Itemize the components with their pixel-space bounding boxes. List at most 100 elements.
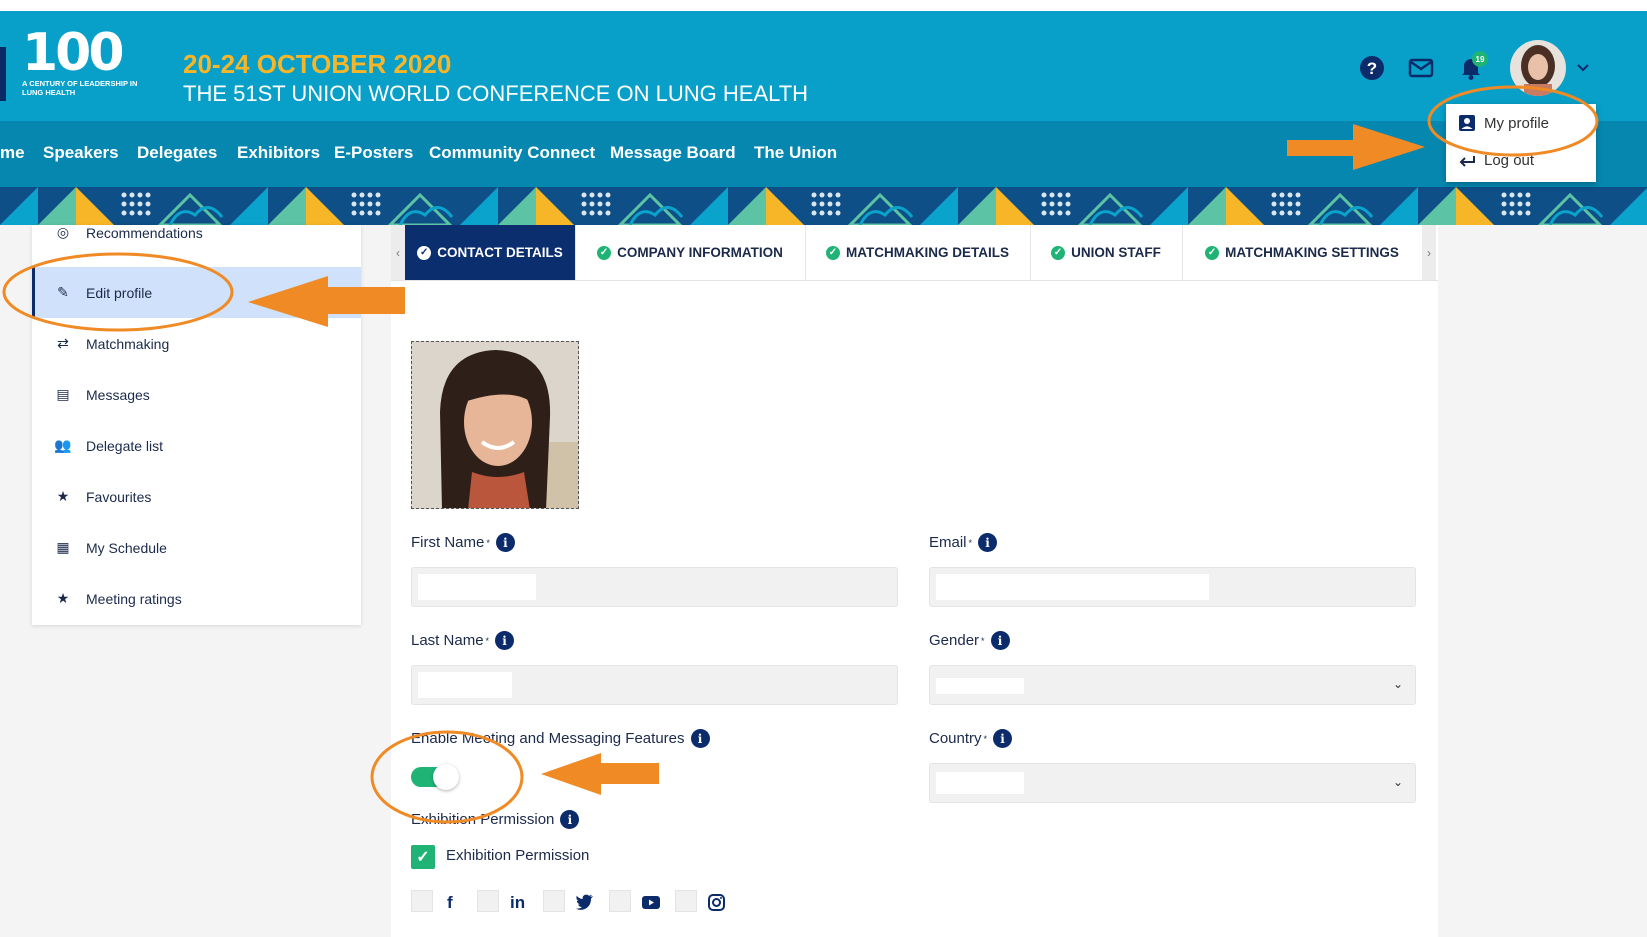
country-label: Country * i — [929, 729, 1013, 748]
facebook-input[interactable] — [411, 890, 433, 912]
main-nav: me Speakers Delegates Exhibitors E-Poste… — [0, 121, 1647, 187]
star-icon: ★ — [56, 488, 70, 504]
last-name-input[interactable] — [411, 665, 898, 705]
nav-item-e-posters[interactable]: E-Posters — [334, 143, 413, 163]
nav-item-exhibitors[interactable]: Exhibitors — [237, 143, 320, 163]
profile-photo-image — [412, 342, 578, 508]
first-name-input[interactable] — [411, 567, 898, 607]
youtube-input[interactable] — [609, 890, 631, 912]
help-icon[interactable]: ? — [1359, 55, 1385, 81]
svg-text:?: ? — [1367, 59, 1377, 78]
sidebar-item-meeting-ratings[interactable]: ★ Meeting ratings — [32, 573, 361, 624]
tab-union-staff[interactable]: ✓ UNION STAFF — [1030, 225, 1183, 280]
tab-label: COMPANY INFORMATION — [617, 245, 783, 260]
info-icon[interactable]: i — [495, 631, 515, 650]
sidebar-item-label: My Schedule — [86, 539, 167, 556]
avatar[interactable] — [1510, 40, 1566, 96]
info-icon[interactable]: i — [993, 729, 1013, 748]
tab-scroll-right-icon[interactable]: › — [1422, 225, 1436, 280]
check-circle-icon: ✓ — [1205, 245, 1220, 260]
sidebar-item-recommendations[interactable]: ◎ Recommendations — [32, 207, 361, 258]
email-input[interactable] — [929, 567, 1416, 607]
tab-label: MATCHMAKING DETAILS — [846, 245, 1009, 260]
notification-count: 19 — [1475, 54, 1485, 64]
last-name-label-text: Last Name — [411, 632, 484, 649]
sidebar-item-edit-profile[interactable]: ✎ Edit profile — [32, 267, 361, 318]
country-select[interactable]: ⌄ — [929, 763, 1416, 803]
info-icon[interactable]: i — [690, 729, 710, 748]
linkedin-input[interactable] — [477, 890, 499, 912]
country-value — [936, 772, 1024, 794]
logout-icon — [1459, 155, 1475, 167]
exhibition-permission-label: Exhibition Permission i — [411, 810, 580, 829]
profile-photo[interactable] — [411, 341, 579, 509]
gender-label: Gender * i — [929, 631, 1010, 650]
required-mark: * — [486, 537, 490, 548]
info-icon[interactable]: i — [990, 631, 1010, 650]
sidebar-item-favourites[interactable]: ★ Favourites — [32, 471, 361, 522]
meeting-features-toggle[interactable] — [411, 764, 467, 790]
exhibition-permission-checkbox-label[interactable]: Exhibition Permission — [446, 847, 589, 864]
gender-label-text: Gender — [929, 632, 980, 649]
profile-tabs: ‹ ✓ CONTACT DETAILS ✓ COMPANY INFORMATIO… — [391, 225, 1438, 281]
nav-item-speakers[interactable]: Speakers — [43, 143, 119, 163]
tab-label: MATCHMAKING SETTINGS — [1225, 245, 1399, 260]
instagram-icon — [708, 894, 725, 911]
nav-item-home[interactable]: me — [0, 143, 25, 163]
logo-tagline: A CENTURY OF LEADERSHIP IN LUNG HEALTH — [22, 79, 138, 97]
country-label-text: Country — [929, 730, 982, 747]
menu-item-label: My profile — [1484, 114, 1550, 132]
nav-item-community-connect[interactable]: Community Connect — [429, 143, 595, 163]
info-icon[interactable]: i — [978, 533, 998, 552]
tab-matchmaking-settings[interactable]: ✓ MATCHMAKING SETTINGS — [1182, 225, 1423, 280]
logo-accent-bar — [0, 47, 6, 101]
sidebar-item-matchmaking[interactable]: ⇄ Matchmaking — [32, 318, 361, 369]
profile-sidebar: ◎ Recommendations ✎ Edit profile ⇄ Match… — [32, 224, 361, 625]
menu-item-my-profile[interactable]: My profile — [1458, 114, 1549, 132]
top-strip — [0, 0, 1647, 11]
first-name-value — [418, 574, 536, 600]
instagram-input[interactable] — [675, 890, 697, 912]
menu-item-log-out[interactable]: Log out — [1458, 152, 1534, 169]
info-icon[interactable]: i — [495, 533, 515, 552]
mail-icon[interactable] — [1408, 57, 1434, 79]
sidebar-item-label: Matchmaking — [86, 335, 170, 352]
check-circle-icon: ✓ — [826, 245, 840, 260]
tab-scroll-left-icon[interactable]: ‹ — [391, 225, 405, 280]
target-icon: ◎ — [56, 224, 70, 240]
twitter-input[interactable] — [543, 890, 565, 912]
pencil-icon: ✎ — [57, 284, 69, 300]
notification-badge: 19 — [1472, 51, 1488, 67]
sidebar-item-messages[interactable]: ▤ Messages — [32, 369, 361, 420]
nav-item-delegates[interactable]: Delegates — [137, 143, 217, 163]
last-name-label: Last Name * i — [411, 631, 515, 650]
message-icon: ▤ — [56, 386, 70, 402]
conference-date: 20-24 OCTOBER 2020 — [183, 49, 452, 79]
nav-item-the-union[interactable]: The Union — [754, 143, 837, 163]
exhibition-permission-label-text: Exhibition Permission — [411, 811, 555, 828]
profile-icon — [1459, 115, 1475, 131]
logo-number: 100 — [22, 23, 125, 83]
sidebar-item-label: Favourites — [86, 488, 152, 505]
tab-label: UNION STAFF — [1071, 245, 1161, 260]
sidebar-item-delegate-list[interactable]: 👥 Delegate list — [32, 420, 361, 471]
sidebar-item-label: Meeting ratings — [86, 590, 182, 607]
info-icon[interactable]: i — [560, 810, 580, 829]
sidebar-item-my-schedule[interactable]: ▦ My Schedule — [32, 522, 361, 573]
check-circle-icon: ✓ — [1051, 245, 1066, 260]
logo[interactable]: 100 A CENTURY OF LEADERSHIP IN LUNG HEAL… — [22, 23, 142, 97]
required-mark: * — [485, 635, 490, 646]
check-circle-icon: ✓ — [597, 245, 612, 260]
nav-item-message-board[interactable]: Message Board — [610, 143, 736, 163]
calendar-icon: ▦ — [56, 539, 70, 555]
meeting-features-label: Enable Meeting and Messaging Features i — [411, 729, 710, 748]
tab-matchmaking-details[interactable]: ✓ MATCHMAKING DETAILS — [805, 225, 1031, 280]
tab-contact-details[interactable]: ✓ CONTACT DETAILS — [405, 225, 576, 280]
gender-select[interactable]: ⌄ — [929, 665, 1416, 705]
sidebar-item-label: Edit profile — [86, 284, 153, 301]
chevron-down-icon[interactable] — [1576, 63, 1590, 73]
tab-company-information[interactable]: ✓ COMPANY INFORMATION — [575, 225, 806, 280]
exhibition-permission-checkbox[interactable]: ✓ — [411, 845, 435, 869]
sidebar-item-label: Recommendations — [86, 224, 203, 241]
chevron-down-icon: ⌄ — [1392, 677, 1403, 691]
